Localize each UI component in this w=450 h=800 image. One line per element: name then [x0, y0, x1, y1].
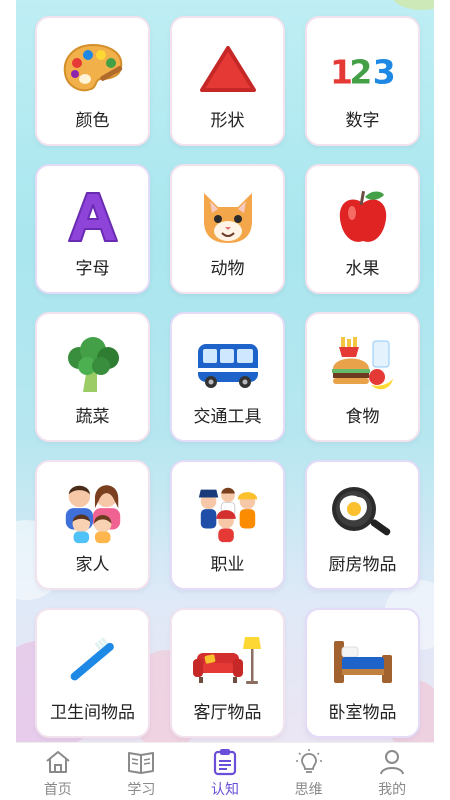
tab-thinking[interactable]: 思维: [274, 743, 344, 799]
category-label: 颜色: [75, 111, 110, 131]
lightbulb-icon: [294, 747, 324, 777]
app-screen: 颜色 形状 1 2 3 数字 字母 动物 水果 蔬菜 交通工具 食物 家人 职业…: [16, 0, 434, 800]
user-icon: [377, 747, 407, 777]
tab-study[interactable]: 学习: [106, 743, 176, 799]
tab-mine[interactable]: 我的: [357, 743, 427, 799]
category-card-shapes[interactable]: 形状: [170, 16, 285, 146]
category-label: 职业: [210, 555, 245, 575]
tab-label: 学习: [127, 782, 156, 798]
category-card-professions[interactable]: 职业: [170, 460, 285, 590]
category-label: 蔬菜: [75, 407, 110, 427]
category-label: 卧室物品: [328, 703, 397, 723]
family-icon: [58, 478, 128, 548]
category-card-transport[interactable]: 交通工具: [170, 312, 285, 442]
svg-text:3: 3: [372, 53, 395, 92]
burger-food-icon: [328, 330, 398, 400]
category-card-family[interactable]: 家人: [35, 460, 150, 590]
bus-icon: [193, 330, 263, 400]
bed-icon: [328, 626, 398, 696]
category-card-animals[interactable]: 动物: [170, 164, 285, 294]
category-label: 动物: [210, 259, 245, 279]
broccoli-icon: [58, 330, 128, 400]
category-card-living-room[interactable]: 客厅物品: [170, 608, 285, 738]
sofa-lamp-icon: [192, 626, 263, 696]
frying-pan-icon: [328, 478, 398, 548]
category-card-food[interactable]: 食物: [305, 312, 420, 442]
tab-home[interactable]: 首页: [23, 743, 93, 799]
clipboard-icon: [210, 747, 240, 777]
category-label: 字母: [75, 259, 110, 279]
letter-a-icon: [58, 182, 128, 252]
category-label: 形状: [210, 111, 245, 131]
category-card-fruits[interactable]: 水果: [305, 164, 420, 294]
home-icon: [43, 747, 73, 777]
tab-label: 思维: [294, 782, 323, 798]
apple-icon: [328, 182, 398, 252]
cat-face-icon: [193, 182, 263, 252]
professions-icon: [193, 478, 263, 548]
decor-blob: [392, 0, 434, 10]
category-card-colors[interactable]: 颜色: [35, 16, 150, 146]
category-card-bathroom[interactable]: 卫生间物品: [35, 608, 150, 738]
category-label: 交通工具: [193, 407, 262, 427]
category-label: 食物: [345, 407, 380, 427]
toothbrush-icon: [58, 626, 128, 696]
category-label: 家人: [75, 555, 110, 575]
palette-icon: [58, 34, 128, 104]
tab-cognition[interactable]: 认知: [190, 743, 260, 799]
triangle-icon: [193, 34, 263, 104]
tab-label: 首页: [43, 782, 72, 798]
tab-label: 我的: [378, 782, 407, 798]
book-icon: [126, 747, 156, 777]
category-label: 客厅物品: [193, 703, 262, 723]
svg-text:2: 2: [349, 53, 372, 92]
category-grid: 颜色 形状 1 2 3 数字 字母 动物 水果 蔬菜 交通工具 食物 家人 职业…: [35, 16, 420, 738]
tab-label: 认知: [210, 782, 239, 798]
category-label: 厨房物品: [328, 555, 397, 575]
category-card-kitchen[interactable]: 厨房物品: [305, 460, 420, 590]
category-label: 卫生间物品: [50, 703, 135, 723]
bottom-tab-bar: 首页 学习 认知 思维 我的: [16, 742, 434, 800]
category-card-bedroom[interactable]: 卧室物品: [305, 608, 420, 738]
category-label: 数字: [345, 111, 380, 131]
category-card-vegetables[interactable]: 蔬菜: [35, 312, 150, 442]
category-label: 水果: [345, 259, 380, 279]
numbers-123-icon: 1 2 3: [328, 34, 398, 104]
category-card-letters[interactable]: 字母: [35, 164, 150, 294]
category-card-numbers[interactable]: 1 2 3 数字: [305, 16, 420, 146]
